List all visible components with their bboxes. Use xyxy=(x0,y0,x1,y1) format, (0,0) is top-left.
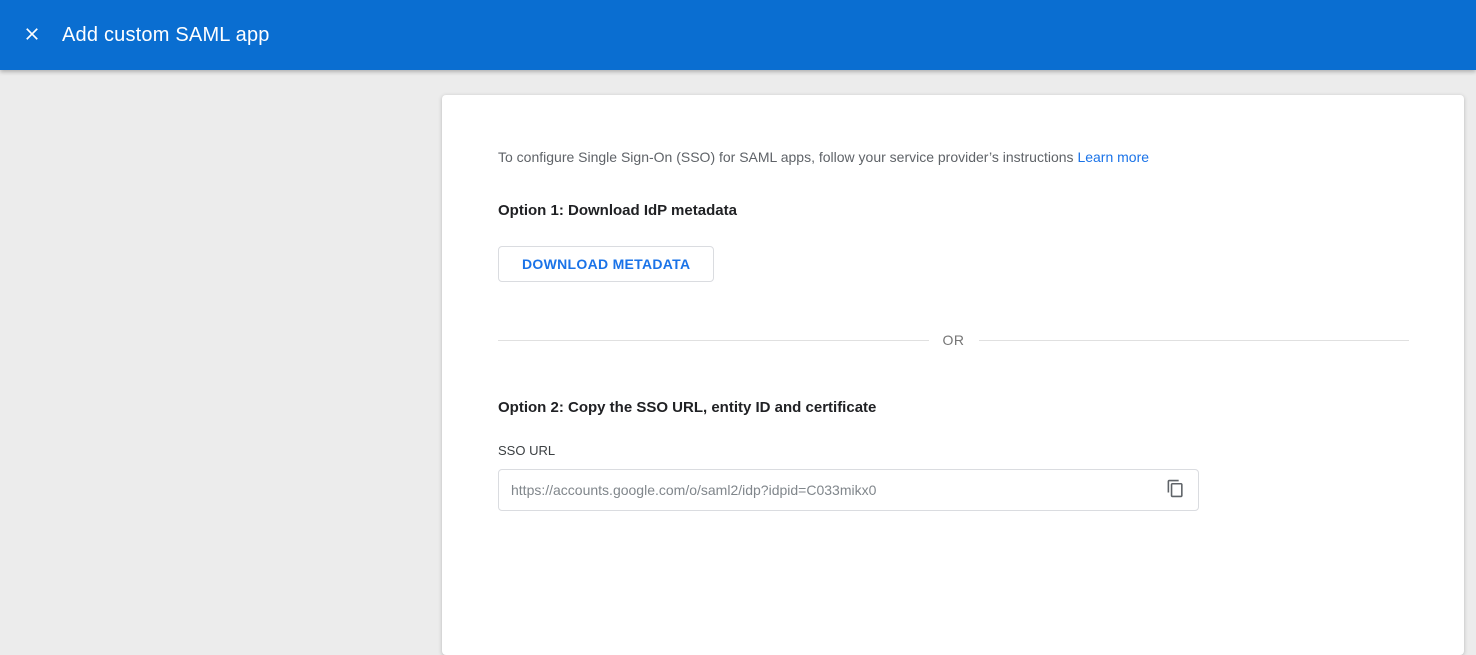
intro-text-body: To configure Single Sign-On (SSO) for SA… xyxy=(498,149,1074,165)
sso-url-field xyxy=(498,469,1199,511)
close-button[interactable] xyxy=(12,15,52,55)
divider-line-right xyxy=(979,340,1410,341)
dialog-header: Add custom SAML app xyxy=(0,0,1476,70)
intro-text: To configure Single Sign-On (SSO) for SA… xyxy=(498,147,1408,167)
sso-url-label: SSO URL xyxy=(498,443,1408,458)
divider-line-left xyxy=(498,340,929,341)
close-icon xyxy=(22,24,42,47)
page-title: Add custom SAML app xyxy=(62,24,270,47)
download-metadata-button[interactable]: DOWNLOAD METADATA xyxy=(498,246,714,282)
copy-sso-url-button[interactable] xyxy=(1158,473,1192,507)
option1-heading: Option 1: Download IdP metadata xyxy=(498,202,1408,219)
content-copy-icon xyxy=(1166,479,1185,501)
learn-more-link[interactable]: Learn more xyxy=(1077,149,1149,165)
option2-heading: Option 2: Copy the SSO URL, entity ID an… xyxy=(498,399,1408,416)
or-divider: OR xyxy=(498,332,1409,348)
saml-config-card: To configure Single Sign-On (SSO) for SA… xyxy=(442,95,1464,655)
or-divider-label: OR xyxy=(929,332,979,348)
sso-url-input[interactable] xyxy=(499,482,1158,498)
